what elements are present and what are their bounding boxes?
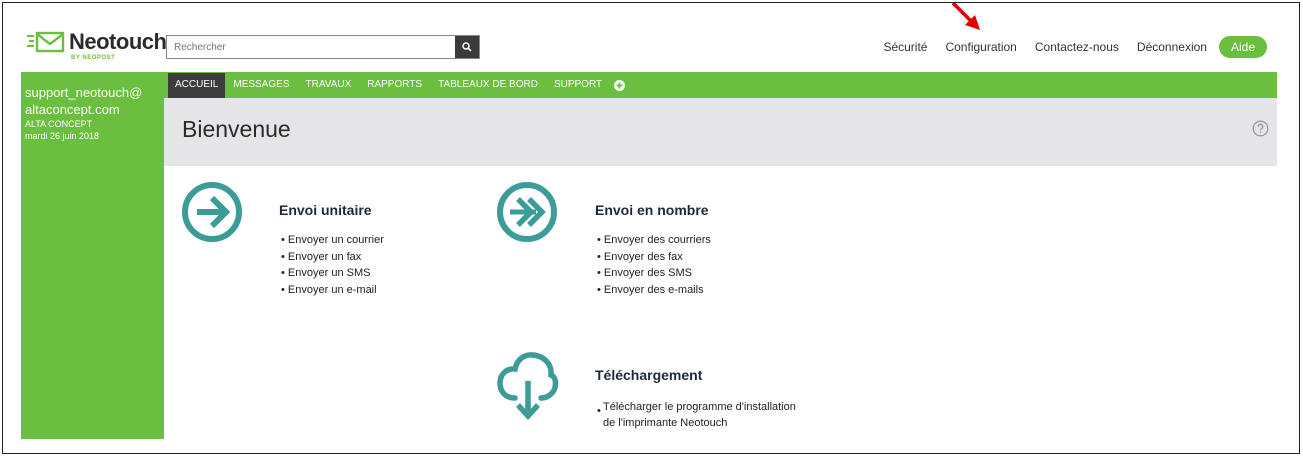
user-email-line2: altaconcept.com	[25, 102, 120, 117]
cloud-download-icon[interactable]	[497, 349, 559, 424]
link-send-sms[interactable]: Envoyer un SMS	[281, 265, 384, 282]
page-title: Bienvenue	[182, 116, 291, 142]
current-date: mardi 26 juin 2018	[25, 131, 100, 141]
link-send-fax[interactable]: Envoyer un fax	[281, 249, 384, 266]
tab-travaux[interactable]: TRAVAUX	[298, 80, 360, 98]
single-send-arrow-icon[interactable]	[181, 181, 243, 243]
single-send-list: Envoyer un courrier Envoyer un fax Envoy…	[281, 232, 384, 298]
link-send-faxes[interactable]: Envoyer des fax	[597, 249, 711, 266]
bulk-send-list: Envoyer des courriers Envoyer des fax En…	[597, 232, 711, 298]
help-button[interactable]: Aide	[1218, 36, 1267, 58]
link-send-letters[interactable]: Envoyer des courriers	[597, 232, 711, 249]
brand-sub: BY NEOPOST	[71, 55, 116, 61]
bulk-send-title: Envoi en nombre	[595, 202, 709, 218]
search-box	[166, 35, 480, 59]
nav-link-configuration[interactable]: Configuration	[945, 40, 1016, 54]
main-navigation: ACCUEIL MESSAGES TRAVAUX RAPPORTS TABLEA…	[164, 72, 1277, 98]
annotation-arrow-icon	[951, 3, 980, 30]
user-sidebar: support_neotouch@ altaconcept.com ALTA C…	[21, 72, 164, 439]
tab-accueil[interactable]: ACCUEIL	[168, 73, 226, 98]
tab-tableaux-de-bord[interactable]: TABLEAUX DE BORD	[430, 80, 546, 98]
download-line1: Télécharger le programme d'installation	[603, 401, 796, 413]
link-send-email[interactable]: Envoyer un e-mail	[281, 282, 384, 299]
company-name: ALTA CONCEPT	[25, 119, 93, 129]
download-bullet: •	[597, 405, 601, 417]
nav-link-contact[interactable]: Contactez-nous	[1035, 40, 1119, 54]
page-header: Bienvenue	[164, 98, 1277, 166]
download-line2: de l'imprimante Neotouch	[603, 417, 728, 429]
search-icon	[462, 42, 472, 52]
link-send-sms-bulk[interactable]: Envoyer des SMS	[597, 265, 711, 282]
download-title: Téléchargement	[595, 367, 703, 383]
bulk-send-double-arrow-icon[interactable]	[496, 181, 558, 243]
top-navigation: Sécurité Configuration Contactez-nous Dé…	[865, 35, 1267, 59]
nav-link-securite[interactable]: Sécurité	[883, 40, 927, 54]
tab-rapports[interactable]: RAPPORTS	[359, 80, 430, 98]
search-button[interactable]	[455, 36, 479, 58]
brand-logo[interactable]: Neotouch BY NEOPOST	[27, 29, 167, 61]
nav-link-logout[interactable]: Déconnexion	[1137, 40, 1207, 54]
link-send-emails[interactable]: Envoyer des e-mails	[597, 282, 711, 299]
help-circle-icon[interactable]	[1252, 120, 1269, 137]
single-send-title: Envoi unitaire	[279, 202, 372, 218]
user-email-line1: support_neotouch@	[25, 85, 143, 100]
add-tab-icon[interactable]	[614, 80, 626, 91]
link-send-letter[interactable]: Envoyer un courrier	[281, 232, 384, 249]
link-download-printer-installer[interactable]: Télécharger le programme d'installation …	[603, 399, 796, 431]
mail-logo-icon	[27, 31, 65, 53]
search-input[interactable]	[167, 36, 455, 58]
brand-name: Neotouch	[69, 29, 167, 54]
tab-messages[interactable]: MESSAGES	[225, 80, 297, 98]
tab-support[interactable]: SUPPORT	[546, 80, 610, 98]
app-window: Neotouch BY NEOPOST Sécurité Configurati…	[2, 2, 1300, 454]
